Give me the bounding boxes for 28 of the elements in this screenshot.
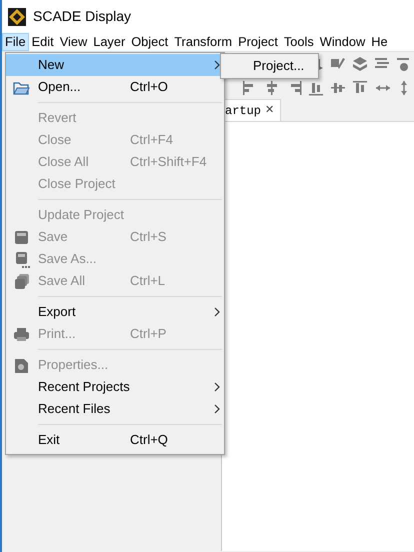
- menu-bar-item[interactable]: Transform: [171, 33, 236, 51]
- menu-bar-item[interactable]: Object: [128, 33, 172, 51]
- menu-item[interactable]: Recent Files: [6, 398, 224, 420]
- menu-item[interactable]: Open... Ctrl+O: [6, 76, 224, 98]
- app-logo-icon: [8, 8, 26, 26]
- menu-bar-item[interactable]: Tools: [280, 33, 317, 51]
- menu-bar-item[interactable]: View: [56, 33, 90, 51]
- window-title: SCADE Display: [33, 7, 132, 26]
- align-top-icon: [352, 80, 368, 96]
- menu-bar-item[interactable]: Project: [235, 33, 281, 51]
- menu-bar-item[interactable]: File: [2, 33, 29, 51]
- menu-item[interactable]: Recent Projects: [6, 376, 224, 398]
- menu-item[interactable]: Exit Ctrl+Q: [6, 429, 224, 451]
- menu-bar-item[interactable]: Layer: [90, 33, 128, 51]
- printer-icon: [12, 326, 30, 342]
- document-icon: [12, 356, 30, 374]
- height-icon: [398, 80, 410, 96]
- align-bottom-icon: [308, 80, 324, 96]
- close-icon[interactable]: ✕: [265, 102, 274, 119]
- menu-item[interactable]: Export: [6, 301, 224, 323]
- menu-bar-item[interactable]: Window: [316, 33, 368, 51]
- stack-icon: [352, 56, 368, 72]
- menu-bar-item[interactable]: He: [368, 33, 391, 51]
- editor-tab[interactable]: artup ✕: [222, 99, 282, 121]
- menu-bar-item[interactable]: Edit: [28, 33, 57, 51]
- align-center-icon: [264, 80, 280, 96]
- align-middle-icon: [330, 80, 346, 96]
- disks-icon: [12, 272, 30, 290]
